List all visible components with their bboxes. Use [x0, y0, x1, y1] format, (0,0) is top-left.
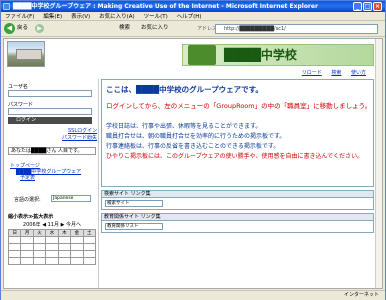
language-label: 言語の選択: — [14, 197, 41, 203]
welcome-text: ここは、████中学校のグループウェアです。 — [106, 85, 263, 94]
minimize-icon[interactable]: _ — [353, 2, 362, 11]
back-label[interactable]: 戻る — [17, 23, 28, 34]
menu-tools[interactable]: ツール(T) — [144, 14, 168, 20]
logo-icon — [188, 45, 216, 65]
header-links: リロード 検索 使い方 — [294, 69, 366, 76]
cal-day: 火 — [32, 229, 47, 237]
search-button[interactable]: 検索 — [119, 23, 130, 34]
status-bar: インターネット — [1, 290, 385, 300]
ie-icon — [3, 3, 10, 10]
close-icon[interactable]: × — [373, 2, 382, 11]
menu-help[interactable]: ヘルプ(H) — [177, 14, 202, 20]
favorites-button[interactable]: お気に入り — [141, 23, 169, 34]
search-links-title: 検索サイト リンク集 — [102, 191, 373, 198]
username-input[interactable] — [8, 90, 92, 97]
password-lost-link[interactable]: パスワード紛失 — [62, 134, 97, 141]
nav-tree: トップページ ████中学校グループウェア 予定表 — [10, 163, 81, 181]
login-button[interactable]: ログイン — [8, 117, 92, 124]
login-instructions: ログインしてから、左のメニューの「GroupRoom」の中の「職員室」に移動しま… — [106, 102, 372, 110]
search-links-portlet: 検索サイト リンク集 検索サイト — [101, 190, 374, 210]
cal-day: 土 — [82, 229, 97, 237]
window-title: ████中学校グループウェア : Making Creative Use of … — [13, 3, 318, 10]
ssl-login-link[interactable]: SSLログイン — [68, 127, 97, 134]
menu-edit[interactable]: 編集(E) — [43, 14, 62, 20]
cal-day: 日 — [7, 229, 22, 237]
menu-view[interactable]: 表示(V) — [71, 14, 90, 20]
password-label: パスワード — [8, 102, 34, 108]
password-input[interactable] — [8, 108, 92, 115]
info-diary: 学校日誌は、行事や出張、休暇等を見ることができます。 — [106, 123, 262, 130]
username-label: ユーザ名 — [8, 84, 28, 90]
info-feedback: ひやりこ掲示板には、このグループウェアの使い勝手や、使用感を自由に書き込んでくだ… — [106, 153, 364, 160]
search-link[interactable]: 検索 — [331, 70, 341, 76]
school-name: ████中学校 — [224, 48, 297, 62]
forward-icon[interactable]: ▶ — [35, 24, 44, 33]
edu-links-title: 教育関係サイト リンク集 — [102, 214, 373, 221]
info-events: 行事連絡板は、行事の反省を書き込むことのできる掲示板です。 — [106, 143, 280, 150]
left-sidebar: ユーザ名 パスワード ログイン SSLログイン パスワード紛失 あなたは████… — [6, 79, 99, 288]
title-bar: ████中学校グループウェア : Making Creative Use of … — [1, 1, 385, 12]
cal-day: 水 — [45, 229, 59, 237]
main-panel: ここは、████中学校のグループウェアです。 ログインしてから、左のメニューの「… — [101, 79, 374, 288]
school-photo — [7, 41, 45, 67]
edu-links-portlet: 教育関係サイト リンク集 教育関係リスト — [101, 213, 374, 233]
calendar-grid: 日 月 火 水 木 金 土 — [7, 229, 97, 265]
vertical-scrollbar[interactable] — [375, 39, 382, 288]
page-header: ████中学校 リロード 検索 使い方 — [4, 39, 376, 77]
menu-file[interactable]: ファイル(F) — [5, 14, 34, 20]
browser-window: ████中学校グループウェア : Making Creative Use of … — [0, 0, 386, 300]
cal-day: 金 — [70, 229, 84, 237]
address-input[interactable]: http://█████████/sc1/ — [215, 24, 378, 34]
info-list: 学校日誌は、行事や出張、休暇等を見ることができます。 職員打合せは、朝の職員打合… — [106, 122, 371, 162]
search-links-select[interactable]: 検索サイト — [105, 200, 163, 207]
security-zone: インターネット — [343, 292, 379, 298]
info-meeting: 職員打合せは、朝の職員打合せを効率的に行うための掲示板です。 — [106, 133, 286, 140]
maximize-icon[interactable]: □ — [363, 2, 372, 11]
calendar-title[interactable]: 縮小表示≫拡大表示 — [8, 213, 96, 220]
cal-day: 木 — [57, 229, 72, 237]
page-content: ████中学校 リロード 検索 使い方 ユーザ名 パスワード ログイン SSLロ… — [3, 38, 383, 289]
edu-links-select[interactable]: 教育関係リスト — [105, 223, 163, 230]
welcome-box: ここは、████中学校のグループウェアです。 ログインしてから、左のメニューの「… — [101, 79, 374, 187]
reload-link[interactable]: リロード — [302, 70, 322, 76]
back-icon[interactable]: ◀ — [4, 23, 15, 34]
language-select[interactable]: Japanese — [51, 195, 91, 202]
calendar-nav[interactable]: 2006年 ◀ 11月 ▶ 今月へ — [8, 221, 96, 228]
cal-day: 月 — [20, 229, 34, 237]
howto-link[interactable]: 使い方 — [351, 70, 366, 76]
tree-schedule[interactable]: 予定表 — [10, 175, 81, 181]
user-count: あなたは████さん 人目です。 — [8, 147, 96, 155]
menu-bar: ファイル(F) 編集(E) 表示(V) お気に入り(A) ツール(T) ヘルプ(… — [1, 12, 385, 21]
menu-favorites[interactable]: お気に入り(A) — [99, 14, 135, 20]
